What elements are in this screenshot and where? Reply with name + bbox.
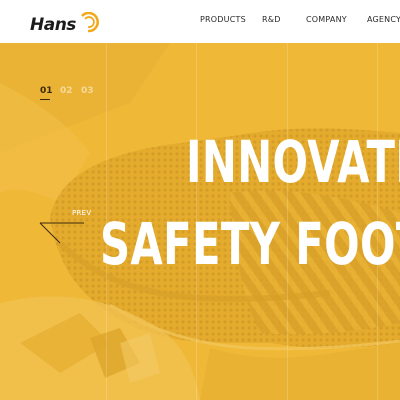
nav-products[interactable]: PRODUCTS xyxy=(200,15,246,24)
main-nav: PRODUCTS R&D COMPANY AGENCY xyxy=(0,15,400,29)
headline-line-1: INNOVATI xyxy=(186,128,400,196)
nav-company[interactable]: COMPANY xyxy=(306,15,347,24)
site-header: Hans PRODUCTS R&D COMPANY AGENCY xyxy=(0,0,400,43)
slide-indicator-2[interactable]: 02 xyxy=(60,86,73,96)
active-slide-underline xyxy=(40,99,50,100)
slide-indicator-3[interactable]: 03 xyxy=(81,86,94,96)
slide-indicator-1[interactable]: 01 xyxy=(40,86,53,96)
nav-rnd[interactable]: R&D xyxy=(262,15,281,24)
hero-banner: 01 02 03 INNOVATI SAFETY FOOT PREV xyxy=(0,43,400,400)
nav-agency[interactable]: AGENCY xyxy=(367,15,400,24)
prev-arrow-icon xyxy=(39,222,84,244)
headline-line-2: SAFETY FOOT xyxy=(100,210,400,278)
prev-label[interactable]: PREV xyxy=(72,209,92,217)
prev-button[interactable] xyxy=(38,217,108,249)
